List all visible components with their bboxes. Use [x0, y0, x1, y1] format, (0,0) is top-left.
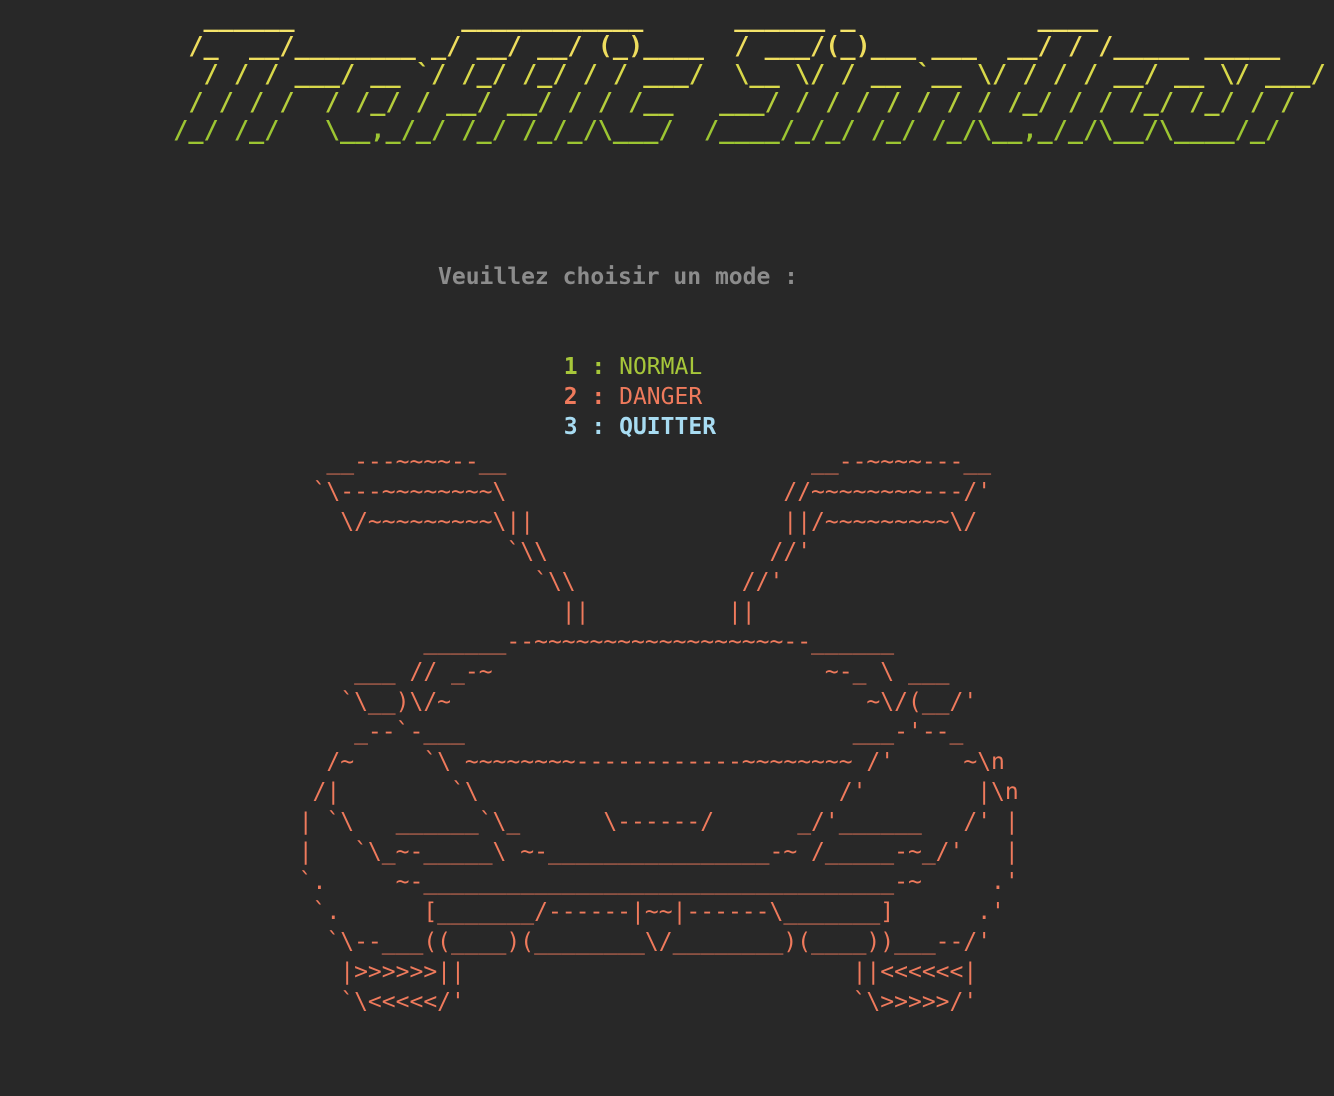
mode-prompt: Veuillez choisir un mode :: [438, 264, 799, 290]
title-banner-line: / / / ___/ __ `/ /_/ /_/ / / ___/ \__ \/…: [158, 59, 1326, 88]
menu-option-label: QUITTER: [619, 414, 717, 440]
title-banner-line: / / / / / /_/ / __/ __/ / / /__ ___/ / /…: [158, 87, 1296, 116]
car-ascii-art: __---~~~~--__ __--~~~~---__ `\---~~~~~~~…: [298, 449, 1019, 1015]
title-banner-line: /_ __/________ _/ __/ __/ (_)____ / ___/…: [158, 31, 1281, 60]
menu-option-quit[interactable]: 3 : QUITTER: [536, 382, 716, 442]
menu-option-number: 3: [563, 414, 578, 440]
title-banner-line: /_/ /_/ \__,_/_/ /_/ /_/_/\___/ /____/_/…: [158, 115, 1281, 144]
title-banner-line: ______ ____________ ______ _ ____: [158, 3, 1099, 32]
title-banner: ______ ____________ ______ _ ____ /_ __/…: [158, 3, 1325, 154]
menu-option-separator: :: [577, 414, 620, 440]
